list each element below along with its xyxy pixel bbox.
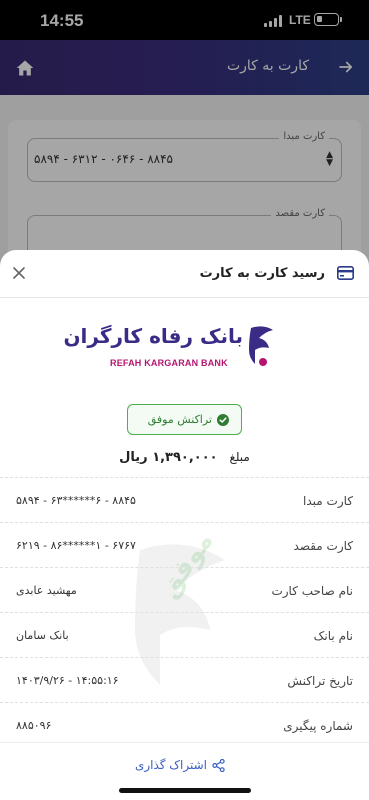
receipt-sheet: رسید کارت به کارت بانک رفاه کارگران REFA…: [0, 250, 369, 800]
close-icon[interactable]: [12, 266, 26, 280]
bank-logo-en: REFAH KARGARAN BANK: [110, 358, 228, 368]
receipt-title: رسید کارت به کارت: [199, 266, 325, 281]
detail-row-card-owner: نام صاحب کارت مهشید عابدی: [0, 567, 369, 612]
row-label: نام صاحب کارت: [271, 584, 353, 598]
home-indicator: [119, 788, 251, 793]
bank-logo: بانک رفاه کارگران REFAH KARGARAN BANK: [63, 322, 275, 374]
row-value: ۵۸۹۴ - ۶۳******۶ - ۸۸۴۵: [16, 494, 136, 507]
share-icon: [212, 759, 225, 772]
row-value: ۸۸۵۰۹۶: [16, 719, 52, 732]
bank-mark-icon: [249, 326, 273, 366]
amount-label: مبلغ: [229, 450, 250, 464]
row-label: تاریخ تراکنش: [287, 674, 353, 688]
status-text: تراکنش موفق: [147, 413, 212, 426]
row-label: نام بانک: [313, 629, 353, 643]
amount-value: ۱,۳۹۰,۰۰۰ ریال: [119, 450, 218, 465]
detail-row-tracking-number: شماره پیگیری ۸۸۵۰۹۶: [0, 702, 369, 747]
row-value: مهشید عابدی: [16, 584, 77, 597]
detail-row-source-card: کارت مبدا ۵۸۹۴ - ۶۳******۶ - ۸۸۴۵: [0, 477, 369, 522]
row-label: کارت مقصد: [293, 539, 353, 553]
row-value: ۶۲۱۹ - ۸۶******۱ - ۶۷۶۷: [16, 539, 136, 552]
sheet-header: رسید کارت به کارت: [0, 250, 369, 298]
receipt-details: کارت مبدا ۵۸۹۴ - ۶۳******۶ - ۸۸۴۵ کارت م…: [0, 477, 369, 747]
status-badge: تراکنش موفق: [127, 404, 242, 435]
row-label: شماره پیگیری: [283, 719, 353, 733]
amount-line: مبلغ ۱,۳۹۰,۰۰۰ ریال: [0, 450, 369, 465]
row-value: ۱۴۰۳/۹/۲۶ - ۱۴:۵۵:۱۶: [16, 674, 119, 687]
credit-card-icon: [337, 266, 354, 280]
bank-logo-fa: بانک رفاه کارگران: [63, 324, 243, 348]
row-value: بانک سامان: [16, 629, 69, 642]
detail-row-bank-name: نام بانک بانک سامان: [0, 612, 369, 657]
share-label: اشتراک گذاری: [134, 758, 207, 772]
row-label: کارت مبدا: [303, 494, 353, 508]
detail-row-dest-card: کارت مقصد ۶۲۱۹ - ۸۶******۱ - ۶۷۶۷: [0, 522, 369, 567]
share-button[interactable]: اشتراک گذاری: [0, 742, 369, 790]
check-circle-icon: [217, 414, 229, 426]
detail-row-transaction-date: تاریخ تراکنش ۱۴۰۳/۹/۲۶ - ۱۴:۵۵:۱۶: [0, 657, 369, 702]
